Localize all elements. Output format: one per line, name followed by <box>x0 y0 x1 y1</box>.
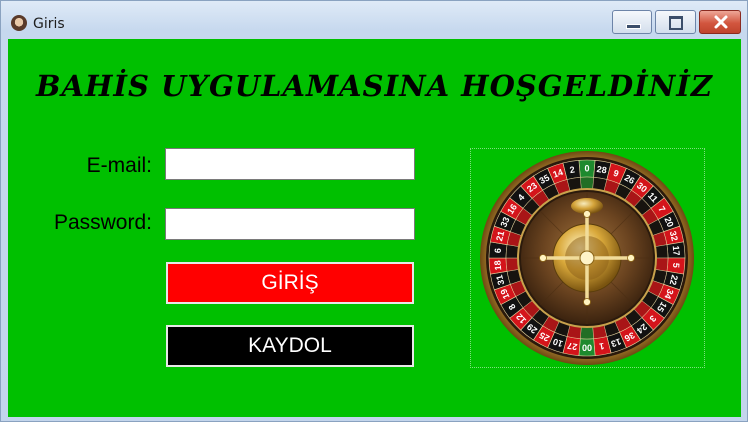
close-icon <box>714 15 728 29</box>
email-input[interactable] <box>165 148 415 180</box>
roulette-wheel-image: 0 28 9 263011720321752234153243613100271025… <box>480 151 694 365</box>
email-label: E-mail: <box>86 154 152 177</box>
window-title: Giris <box>33 16 65 32</box>
minimize-button[interactable] <box>612 10 652 34</box>
close-button[interactable] <box>699 10 741 34</box>
register-button[interactable]: KAYDOL <box>166 325 414 367</box>
form-panel: BAHİS UYGULAMASINA HOŞGELDİNİZ E-mail: P… <box>8 39 741 417</box>
wheel-number: 18 <box>492 260 503 271</box>
wheel-number: 5 <box>671 262 681 268</box>
welcome-heading: BAHİS UYGULAMASINA HOŞGELDİNİZ <box>36 69 713 103</box>
wheel-number: 27 <box>567 341 579 353</box>
wheel-number: 0 <box>584 164 589 174</box>
login-button[interactable]: GİRİŞ <box>166 262 414 304</box>
password-label: Password: <box>53 211 152 234</box>
maximize-icon <box>669 16 683 30</box>
wheel-number: 00 <box>582 343 592 353</box>
password-input[interactable] <box>165 208 415 240</box>
login-window: Giris BAHİS UYGULAMASINA HOŞGELDİNİZ E-m… <box>0 0 748 422</box>
wheel-number: 28 <box>596 164 608 176</box>
wheel-number: 6 <box>493 248 503 254</box>
user-avatar-icon <box>11 15 27 31</box>
roulette-picture-box: 0 28 9 26 30 11 7 20 32 17 5 22 34 15 3 24 36 13 1 00 27 10 25… <box>470 148 705 368</box>
wheel-number: 17 <box>671 245 682 256</box>
title-bar[interactable]: Giris <box>1 1 747 39</box>
maximize-button[interactable] <box>655 10 696 34</box>
minimize-icon <box>626 24 641 29</box>
